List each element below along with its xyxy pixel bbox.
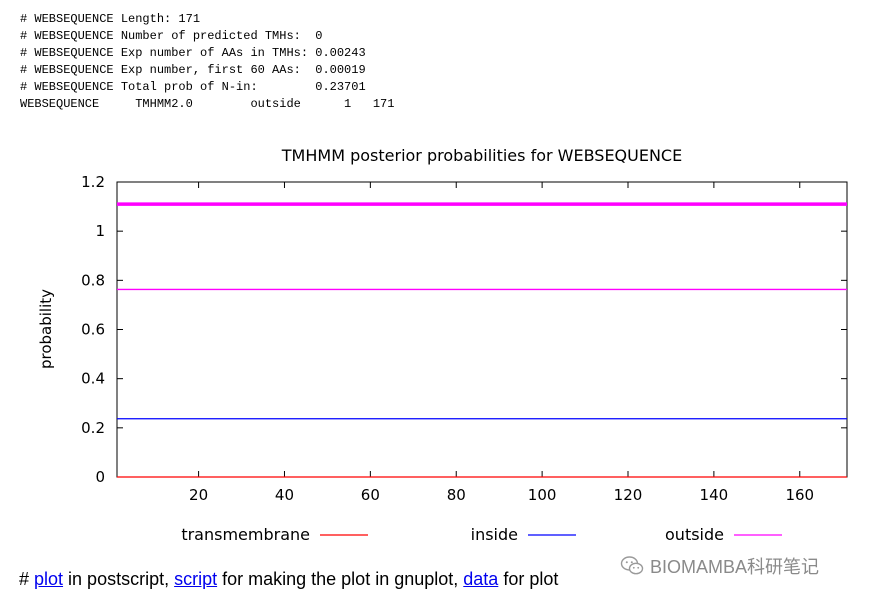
y-tick-label: 0.8: [81, 271, 105, 289]
x-tick-label: 160: [785, 486, 814, 504]
plot-link[interactable]: plot: [34, 569, 63, 589]
footer-text-2: for making the plot in gnuplot,: [217, 569, 464, 589]
data-link[interactable]: data: [463, 569, 498, 589]
tmhmm-summary: # WEBSEQUENCE Length: 171 # WEBSEQUENCE …: [20, 11, 394, 113]
footer-text-3: for plot: [498, 569, 559, 589]
script-link[interactable]: script: [174, 569, 217, 589]
legend-label-transmembrane: transmembrane: [181, 525, 310, 544]
summary-line-topology: WEBSEQUENCE TMHMM2.0 outside 1 171: [20, 97, 395, 111]
chart-series: [117, 202, 847, 478]
y-tick-label: 0.2: [81, 419, 105, 437]
x-tick-label: 100: [528, 486, 557, 504]
x-tick-label: 140: [700, 486, 729, 504]
y-tick-label: 0.4: [81, 370, 105, 388]
y-axis-label: probability: [37, 289, 55, 369]
chart-legend: transmembrane inside outside: [181, 525, 782, 544]
x-tick-label: 40: [275, 486, 294, 504]
y-tick-label: 1.2: [81, 173, 105, 191]
summary-line-first60: # WEBSEQUENCE Exp number, first 60 AAs: …: [20, 63, 366, 77]
watermark-text: BIOMAMBA科研笔记: [650, 557, 820, 577]
watermark: BIOMAMBA科研笔记: [620, 553, 819, 579]
chart-title: TMHMM posterior probabilities for WEBSEQ…: [281, 146, 682, 165]
summary-line-n-in: # WEBSEQUENCE Total prob of N-in: 0.2370…: [20, 80, 366, 94]
summary-line-tmhs: # WEBSEQUENCE Number of predicted TMHs: …: [20, 29, 323, 43]
y-tick-label: 0: [95, 468, 105, 486]
footer-text-1: in postscript,: [63, 569, 175, 589]
summary-line-length: # WEBSEQUENCE Length: 171: [20, 12, 201, 26]
plot-frame: [116, 181, 848, 478]
wechat-icon: [620, 556, 644, 575]
x-tick-label: 80: [447, 486, 466, 504]
plot-links: # plot in postscript, script for making …: [19, 568, 558, 590]
y-tick-label: 0.6: [81, 321, 105, 339]
x-tick-label: 120: [614, 486, 643, 504]
posterior-probability-chart: TMHMM posterior probabilities for WEBSEQ…: [37, 146, 848, 544]
legend-label-outside: outside: [665, 525, 724, 544]
x-tick-label: 20: [189, 486, 208, 504]
x-tick-label: 60: [361, 486, 380, 504]
legend-label-inside: inside: [471, 525, 518, 544]
footer-prefix: #: [19, 569, 35, 589]
y-tick-label: 1: [95, 222, 105, 240]
chart-axes: 0 0.2 0.4 0.6 0.8 1 1.2 20 40 60 80 100 120 140 160: [81, 173, 848, 504]
summary-line-exp-aas: # WEBSEQUENCE Exp number of AAs in TMHs:…: [20, 46, 366, 60]
